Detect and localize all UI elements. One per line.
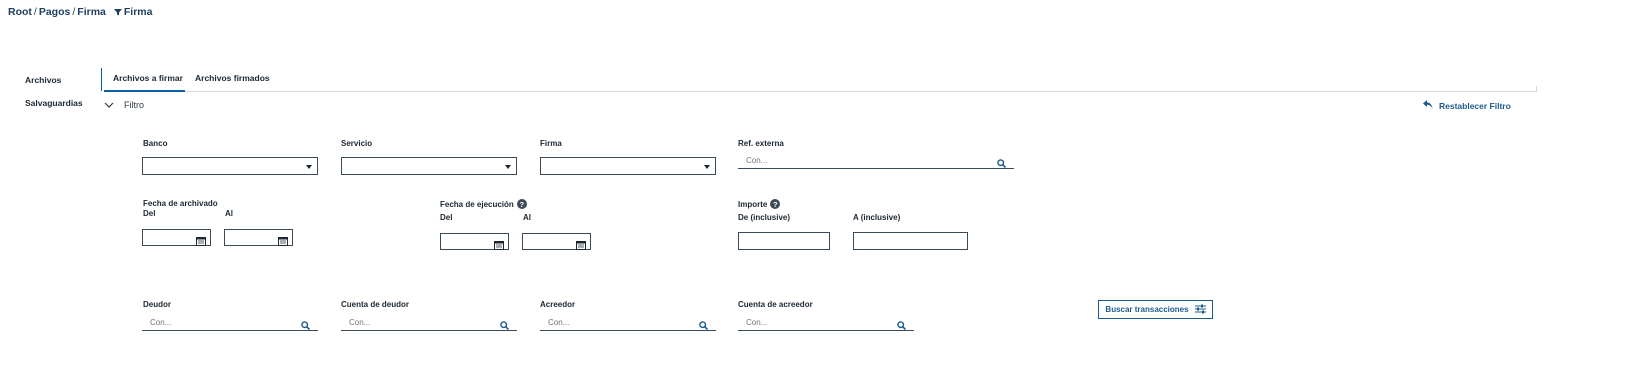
reset-filter-label: Restablecer Filtro [1439,100,1511,111]
firma-select[interactable] [540,157,716,175]
servicio-select[interactable] [341,157,517,175]
fecha-ejecucion-label-group: Fecha de ejecución ? [440,199,527,209]
search-transactions-button[interactable]: Buscar transacciones [1098,300,1213,319]
caret-down-icon [704,165,710,169]
cuenta-acreedor-label: Cuenta de acreedor [738,300,813,309]
filter-toggle[interactable]: Filtro [104,100,144,110]
fecha-ejecucion-label: Fecha de ejecución [440,199,514,209]
undo-arrow-icon [1423,100,1433,111]
help-icon[interactable]: ? [516,199,527,209]
banco-select[interactable] [142,157,318,175]
fecha-archivado-label: Fecha de archivado [143,199,218,208]
breadcrumb-pagos[interactable]: Pagos [39,6,71,18]
importe-de-label: De (inclusive) [738,213,791,222]
importe-de-input[interactable] [738,232,830,250]
search-icon[interactable] [301,317,311,335]
filter-title: Filtro [124,100,144,110]
tabs-divider [104,91,1536,92]
ref-externa-search [738,152,1014,169]
banco-label: Banco [143,139,168,148]
tab-archivos-firmados[interactable]: Archivos firmados [195,73,270,83]
firma-label: Firma [540,139,562,148]
fecha-ejecucion-al-input[interactable] [522,233,591,250]
tab-active-underline [104,90,185,92]
search-transactions-label: Buscar transacciones [1105,305,1189,314]
fecha-ejecucion-del-label: Del [440,213,453,222]
cuenta-deudor-label: Cuenta de deudor [341,300,410,309]
funnel-dropdown-icon[interactable] [113,8,122,16]
ref-externa-label: Ref. externa [738,139,784,148]
chevron-down-icon [104,100,114,110]
fecha-archivado-del-input[interactable] [142,229,211,246]
breadcrumb: Root / Pagos / Firma Firma [8,6,152,18]
importe-a-label: A (inclusive) [853,213,901,222]
acreedor-label: Acreedor [540,300,576,309]
importe-label: Importe [738,199,768,209]
fecha-archivado-del-label: Del [143,209,156,218]
sidebar-active-indicator [101,68,102,91]
fecha-archivado-al-label: Al [225,209,233,218]
cuenta-acreedor-input[interactable] [738,314,914,330]
acreedor-input[interactable] [540,314,716,330]
cuenta-acreedor-search [738,314,914,331]
cuenta-deudor-input[interactable] [341,314,517,330]
search-icon[interactable] [500,317,510,335]
reset-filter-button[interactable]: Restablecer Filtro [1423,100,1511,111]
deudor-input[interactable] [142,314,318,330]
caret-down-icon [505,165,511,169]
tabs-divider-end [1536,86,1537,92]
search-icon[interactable] [997,155,1007,173]
acreedor-search [540,314,716,331]
tab-archivos-a-firmar[interactable]: Archivos a firmar [113,73,183,83]
breadcrumb-root[interactable]: Root [8,6,32,18]
servicio-label: Servicio [341,139,373,148]
caret-down-icon [306,165,312,169]
breadcrumb-firma[interactable]: Firma [77,6,106,18]
fecha-ejecucion-del-input[interactable] [440,233,509,250]
importe-a-input[interactable] [853,232,968,250]
sidebar-item-archivos[interactable]: Archivos [25,75,61,85]
calendar-icon[interactable] [494,237,504,255]
search-icon[interactable] [699,317,709,335]
deudor-search [142,314,318,331]
sliders-icon [1194,304,1206,316]
importe-label-group: Importe ? [738,199,781,209]
search-icon[interactable] [897,317,907,335]
cuenta-deudor-search [341,314,517,331]
fecha-archivado-al-input[interactable] [224,229,293,246]
ref-externa-input[interactable] [738,152,1014,168]
help-icon[interactable]: ? [770,199,781,209]
calendar-icon[interactable] [576,237,586,255]
fecha-ejecucion-al-label: Al [523,213,531,222]
calendar-icon[interactable] [278,233,288,251]
sidebar-item-salvaguardias[interactable]: Salvaguardias [25,98,83,108]
breadcrumb-separator: / [72,6,76,18]
deudor-label: Deudor [143,300,171,309]
breadcrumb-current[interactable]: Firma [124,6,153,18]
breadcrumb-separator: / [33,6,37,18]
calendar-icon[interactable] [196,233,206,251]
